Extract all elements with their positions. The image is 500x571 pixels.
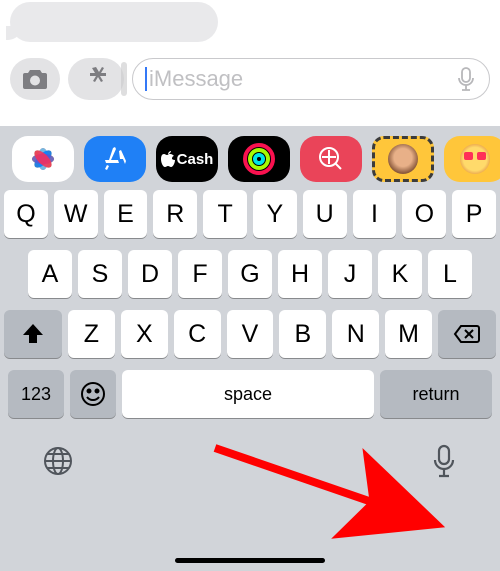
camera-button[interactable]	[10, 58, 60, 100]
appstore-icon	[82, 65, 110, 93]
key-a[interactable]: A	[28, 250, 72, 298]
key-u[interactable]: U	[303, 190, 347, 238]
message-placeholder: iMessage	[149, 66, 455, 92]
emoji-key[interactable]	[70, 370, 116, 418]
emoji-icon	[79, 380, 107, 408]
key-y[interactable]: Y	[253, 190, 297, 238]
app-digital-touch[interactable]	[300, 136, 362, 182]
return-key[interactable]: return	[380, 370, 492, 418]
memoji-face-icon	[388, 144, 418, 174]
key-l[interactable]: L	[428, 250, 472, 298]
app-appstore[interactable]	[84, 136, 146, 182]
apps-button[interactable]	[68, 58, 124, 100]
app-strip: Cash	[0, 136, 500, 182]
apple-logo-icon	[161, 151, 175, 167]
key-k[interactable]: K	[378, 250, 422, 298]
key-o[interactable]: O	[402, 190, 446, 238]
app-photos[interactable]	[12, 136, 74, 182]
keyboard-area: Cash QWERTYUIOP ASDFGHJKL ZXCVBNM 123	[0, 126, 500, 571]
emoji-hearteyes-icon	[460, 144, 490, 174]
key-z[interactable]: Z	[68, 310, 115, 358]
shift-key[interactable]	[4, 310, 62, 358]
key-s[interactable]: S	[78, 250, 122, 298]
microphone-icon[interactable]	[455, 66, 477, 92]
key-e[interactable]: E	[104, 190, 148, 238]
key-t[interactable]: T	[203, 190, 247, 238]
text-cursor	[145, 67, 147, 91]
digital-touch-icon	[316, 144, 346, 174]
photos-icon	[26, 142, 60, 176]
delete-key[interactable]	[438, 310, 496, 358]
key-q[interactable]: Q	[4, 190, 48, 238]
globe-icon[interactable]	[42, 445, 74, 477]
key-j[interactable]: J	[328, 250, 372, 298]
camera-icon	[21, 68, 49, 90]
message-input[interactable]: iMessage	[132, 58, 490, 100]
key-g[interactable]: G	[228, 250, 272, 298]
space-key[interactable]: space	[122, 370, 374, 418]
key-c[interactable]: C	[174, 310, 221, 358]
cash-label: Cash	[177, 151, 214, 168]
key-f[interactable]: F	[178, 250, 222, 298]
app-memoji-stickers[interactable]	[372, 136, 434, 182]
app-emoji-stickers[interactable]	[444, 136, 500, 182]
dictation-microphone-icon[interactable]	[430, 444, 458, 478]
backspace-icon	[453, 324, 481, 344]
key-v[interactable]: V	[227, 310, 274, 358]
key-h[interactable]: H	[278, 250, 322, 298]
key-n[interactable]: N	[332, 310, 379, 358]
home-indicator[interactable]	[175, 558, 325, 563]
numbers-key[interactable]: 123	[8, 370, 64, 418]
key-d[interactable]: D	[128, 250, 172, 298]
incoming-message-bubble[interactable]	[10, 2, 218, 42]
key-i[interactable]: I	[353, 190, 397, 238]
key-r[interactable]: R	[153, 190, 197, 238]
appstore-a-icon	[100, 144, 130, 174]
key-x[interactable]: X	[121, 310, 168, 358]
key-w[interactable]: W	[54, 190, 98, 238]
activity-rings-icon	[243, 143, 275, 175]
shift-icon	[21, 322, 45, 346]
app-fitness[interactable]	[228, 136, 290, 182]
key-b[interactable]: B	[279, 310, 326, 358]
app-apple-cash[interactable]: Cash	[156, 136, 218, 182]
key-p[interactable]: P	[452, 190, 496, 238]
key-m[interactable]: M	[385, 310, 432, 358]
